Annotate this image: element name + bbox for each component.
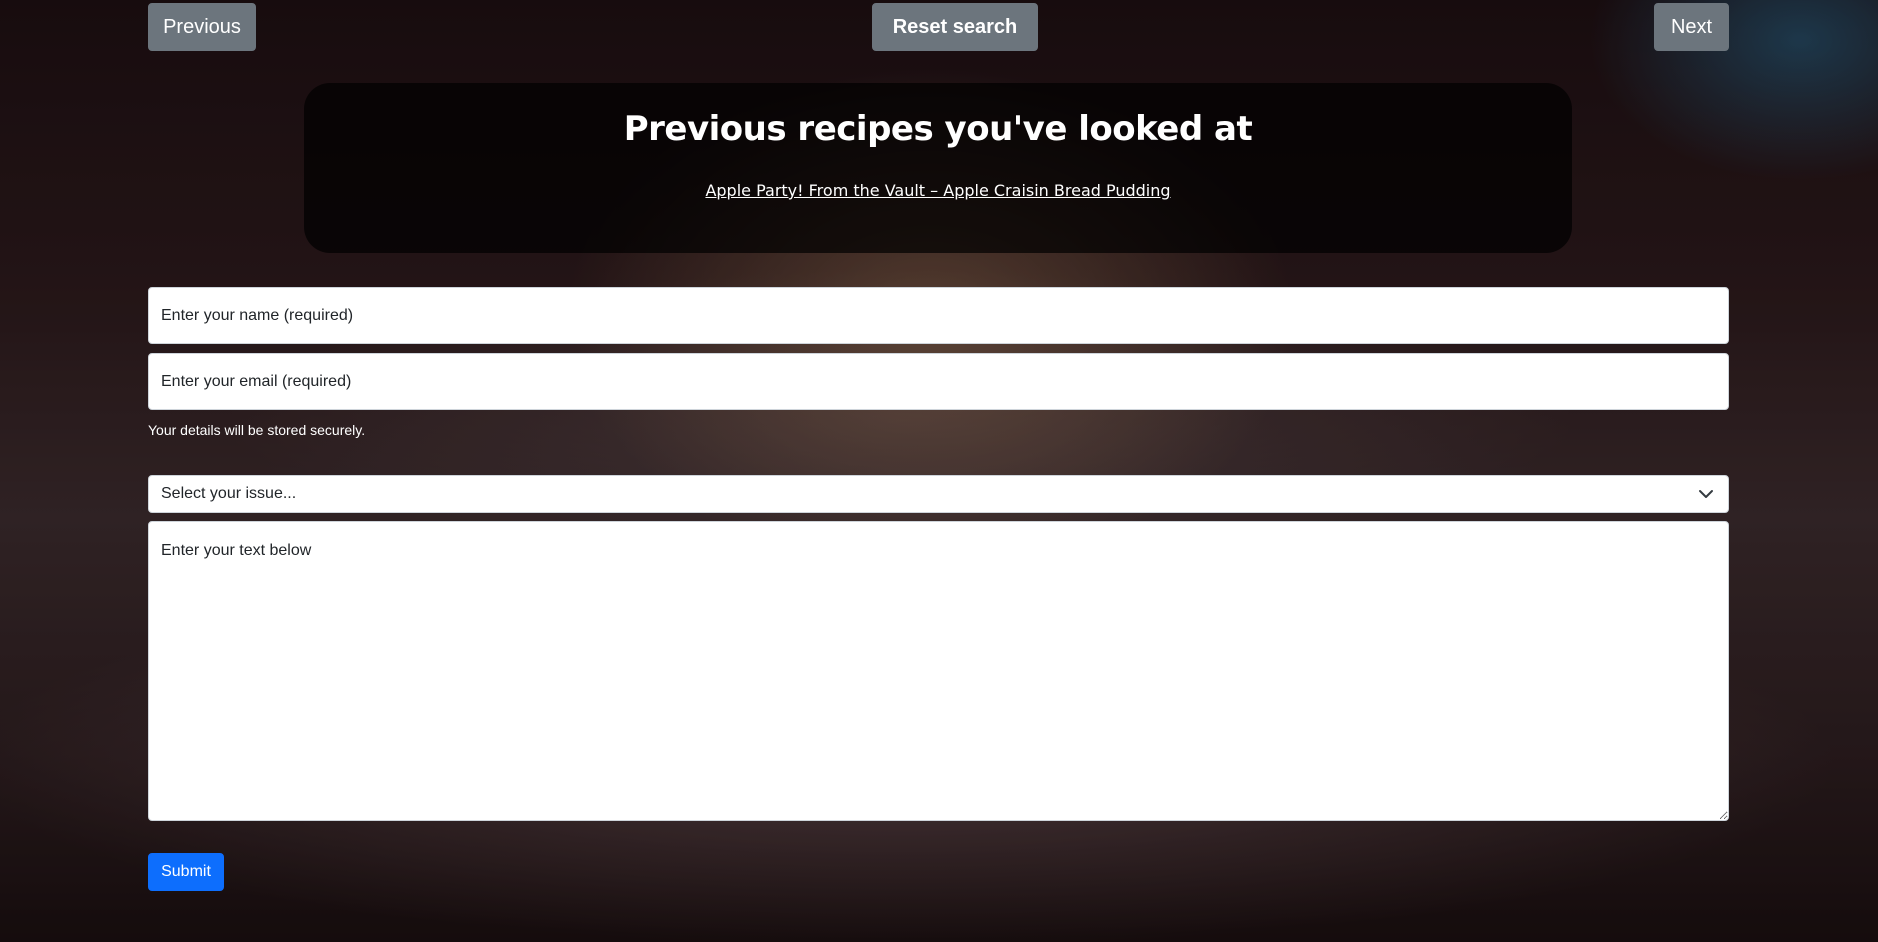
- reset-search-button[interactable]: Reset search: [872, 3, 1038, 51]
- message-textarea[interactable]: [148, 521, 1729, 821]
- chevron-down-icon: [1699, 490, 1713, 498]
- name-input[interactable]: [148, 287, 1729, 344]
- recent-recipes-panel: Previous recipes you've looked at Apple …: [304, 83, 1572, 253]
- previous-button[interactable]: Previous: [148, 3, 256, 51]
- issue-select[interactable]: Select your issue...: [148, 475, 1729, 513]
- submit-button[interactable]: Submit: [148, 853, 224, 891]
- next-button[interactable]: Next: [1654, 3, 1729, 51]
- email-input[interactable]: [148, 353, 1729, 410]
- recent-recipe-link[interactable]: Apple Party! From the Vault – Apple Crai…: [304, 181, 1572, 200]
- issue-select-value: Select your issue...: [161, 485, 297, 502]
- privacy-help-text: Your details will be stored securely.: [148, 422, 366, 438]
- recent-recipes-heading: Previous recipes you've looked at: [623, 109, 1253, 149]
